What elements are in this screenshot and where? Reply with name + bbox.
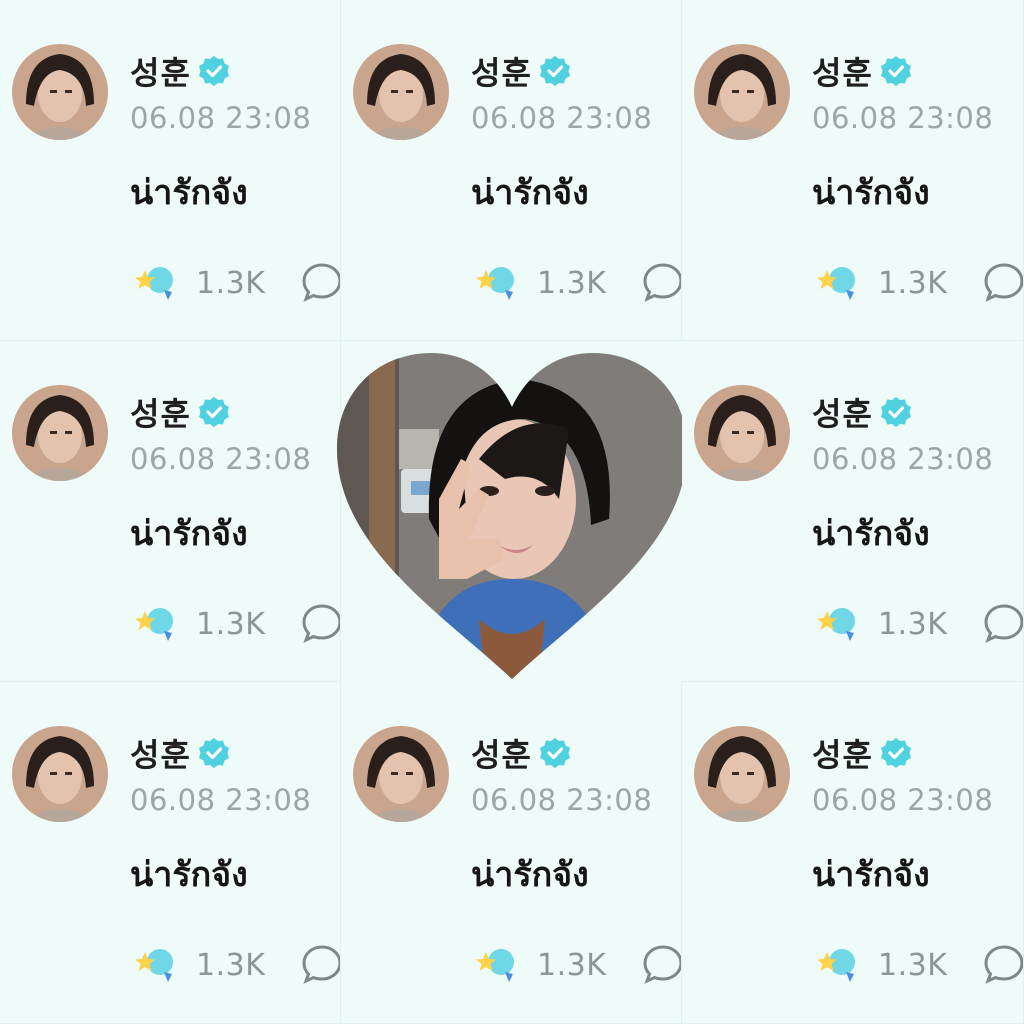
- verified-badge-icon: [198, 56, 229, 86]
- avatar[interactable]: [694, 726, 790, 822]
- author-name[interactable]: 성훈: [471, 730, 532, 776]
- center-heart-cell: [337, 341, 687, 682]
- reaction-count: 1.3K: [537, 265, 607, 301]
- author-name[interactable]: 성훈: [812, 730, 873, 776]
- post-text: น่ารักจัง: [130, 173, 248, 213]
- post-text: น่ารักจัง: [471, 173, 589, 213]
- post-timestamp: 06.08 23:08: [471, 101, 653, 135]
- verified-badge-icon: [539, 56, 570, 86]
- post-timestamp: 06.08 23:08: [130, 442, 312, 476]
- author-row: 성훈: [812, 48, 913, 94]
- author-row: 성훈: [812, 389, 913, 435]
- verified-badge-icon: [880, 738, 911, 768]
- star-bubble-reaction-icon[interactable]: [473, 944, 519, 986]
- collage-grid: 성훈 06.08 23:08 น่ารักจัง 1.3K 성훈 06.08 2…: [0, 0, 1024, 1024]
- reaction-row: 1.3K: [132, 262, 265, 304]
- avatar[interactable]: [12, 726, 108, 822]
- star-bubble-reaction-icon[interactable]: [814, 944, 860, 986]
- reaction-row: 1.3K: [814, 603, 947, 645]
- author-name[interactable]: 성훈: [130, 389, 191, 435]
- speech-bubble-icon[interactable]: [641, 261, 682, 303]
- reaction-row: 1.3K: [473, 944, 606, 986]
- reaction-count: 1.3K: [196, 947, 266, 983]
- author-row: 성훈: [130, 730, 231, 776]
- post-text: น่ารักจัง: [130, 855, 248, 895]
- avatar[interactable]: [12, 385, 108, 481]
- post-card[interactable]: 성훈 06.08 23:08 น่ารักจัง 1.3K: [682, 341, 1024, 682]
- speech-bubble-icon[interactable]: [641, 943, 682, 985]
- speech-bubble-icon[interactable]: [982, 943, 1024, 985]
- post-timestamp: 06.08 23:08: [130, 783, 312, 817]
- post-text: น่ารักจัง: [471, 855, 589, 895]
- star-bubble-reaction-icon[interactable]: [814, 603, 860, 645]
- reaction-row: 1.3K: [473, 262, 606, 304]
- avatar[interactable]: [12, 44, 108, 140]
- verified-badge-icon: [198, 738, 229, 768]
- post-card[interactable]: 성훈 06.08 23:08 น่ารักจัง 1.3K: [0, 682, 341, 1024]
- post-timestamp: 06.08 23:08: [471, 783, 653, 817]
- heart-photo: [337, 353, 687, 679]
- avatar[interactable]: [694, 44, 790, 140]
- post-text: น่ารักจัง: [812, 173, 930, 213]
- speech-bubble-icon[interactable]: [300, 943, 341, 985]
- avatar[interactable]: [694, 385, 790, 481]
- avatar[interactable]: [353, 44, 449, 140]
- author-name[interactable]: 성훈: [130, 730, 191, 776]
- verified-badge-icon: [880, 397, 911, 427]
- post-card[interactable]: 성훈 06.08 23:08 น่ารักจัง 1.3K: [0, 0, 341, 341]
- reaction-count: 1.3K: [196, 265, 266, 301]
- post-timestamp: 06.08 23:08: [130, 101, 312, 135]
- reaction-count: 1.3K: [196, 606, 266, 642]
- reaction-row: 1.3K: [814, 944, 947, 986]
- author-name[interactable]: 성훈: [471, 48, 532, 94]
- post-text: น่ารักจัง: [812, 514, 930, 554]
- star-bubble-reaction-icon[interactable]: [132, 603, 178, 645]
- author-row: 성훈: [471, 730, 572, 776]
- post-card[interactable]: 성훈 06.08 23:08 น่ารักจัง 1.3K: [341, 0, 682, 341]
- author-name[interactable]: 성훈: [130, 48, 191, 94]
- reaction-count: 1.3K: [878, 265, 948, 301]
- author-row: 성훈: [130, 389, 231, 435]
- speech-bubble-icon[interactable]: [982, 602, 1024, 644]
- author-row: 성훈: [130, 48, 231, 94]
- reaction-row: 1.3K: [132, 603, 265, 645]
- star-bubble-reaction-icon[interactable]: [473, 262, 519, 304]
- star-bubble-reaction-icon[interactable]: [132, 944, 178, 986]
- speech-bubble-icon[interactable]: [982, 261, 1024, 303]
- post-timestamp: 06.08 23:08: [812, 442, 994, 476]
- reaction-count: 1.3K: [878, 947, 948, 983]
- post-timestamp: 06.08 23:08: [812, 783, 994, 817]
- post-card[interactable]: 성훈 06.08 23:08 น่ารักจัง 1.3K: [0, 341, 341, 682]
- post-text: น่ารักจัง: [812, 855, 930, 895]
- reaction-row: 1.3K: [132, 944, 265, 986]
- author-name[interactable]: 성훈: [812, 48, 873, 94]
- post-card[interactable]: 성훈 06.08 23:08 น่ารักจัง 1.3K: [682, 0, 1024, 341]
- post-card[interactable]: 성훈 06.08 23:08 น่ารักจัง 1.3K: [341, 682, 682, 1024]
- verified-badge-icon: [198, 397, 229, 427]
- speech-bubble-icon[interactable]: [300, 261, 341, 303]
- reaction-count: 1.3K: [537, 947, 607, 983]
- avatar[interactable]: [353, 726, 449, 822]
- verified-badge-icon: [880, 56, 911, 86]
- star-bubble-reaction-icon[interactable]: [132, 262, 178, 304]
- reaction-count: 1.3K: [878, 606, 948, 642]
- post-card[interactable]: 성훈 06.08 23:08 น่ารักจัง 1.3K: [682, 682, 1024, 1024]
- reaction-row: 1.3K: [814, 262, 947, 304]
- star-bubble-reaction-icon[interactable]: [814, 262, 860, 304]
- author-name[interactable]: 성훈: [812, 389, 873, 435]
- author-row: 성훈: [471, 48, 572, 94]
- post-text: น่ารักจัง: [130, 514, 248, 554]
- author-row: 성훈: [812, 730, 913, 776]
- verified-badge-icon: [539, 738, 570, 768]
- post-timestamp: 06.08 23:08: [812, 101, 994, 135]
